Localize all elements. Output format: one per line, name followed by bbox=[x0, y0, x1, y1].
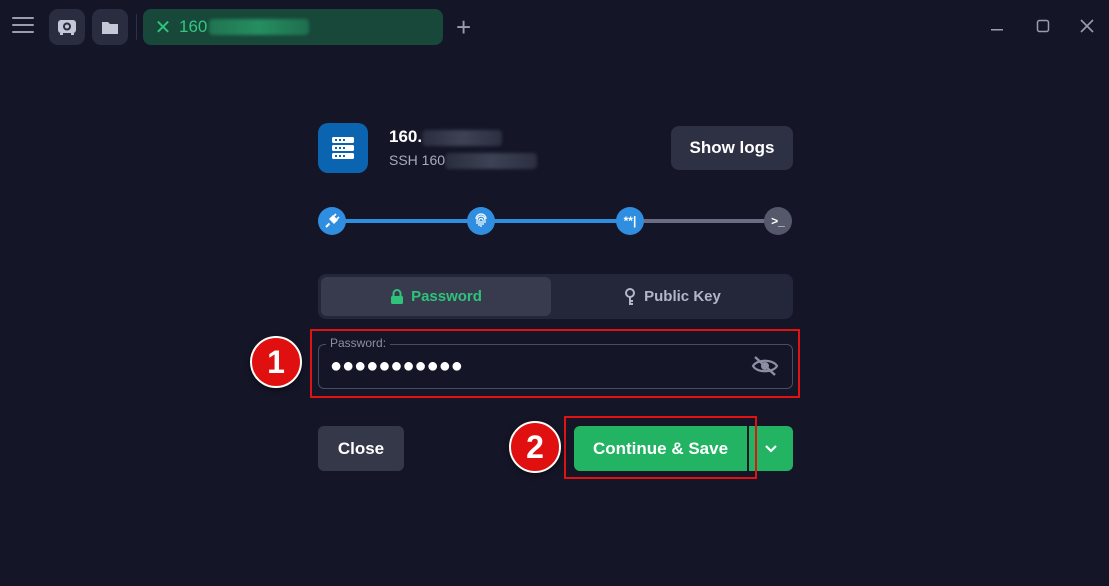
step-badge-1: 1 bbox=[250, 336, 302, 388]
close-icon bbox=[1080, 19, 1094, 33]
fingerprint-icon bbox=[475, 213, 487, 227]
titlebar-divider bbox=[136, 14, 137, 40]
step-connect bbox=[318, 207, 346, 235]
step-fingerprint bbox=[467, 207, 495, 235]
tab-password-label: Password bbox=[411, 288, 482, 305]
redacted-ip bbox=[445, 153, 538, 170]
host-icon bbox=[318, 123, 368, 173]
close-button[interactable]: Close bbox=[318, 426, 404, 471]
connection-tab[interactable]: ✕ 160 bbox=[143, 9, 443, 45]
chevron-down-icon bbox=[765, 444, 777, 453]
folder-icon bbox=[102, 21, 118, 34]
auth-method-toggle: Password Public Key bbox=[318, 274, 793, 319]
highlight-password-field bbox=[310, 329, 800, 398]
close-window-button[interactable] bbox=[1080, 14, 1094, 40]
redacted-ip bbox=[422, 129, 503, 146]
minimize-icon bbox=[991, 29, 1003, 31]
key-icon bbox=[625, 287, 636, 305]
tab-public-key[interactable]: Public Key bbox=[555, 277, 790, 316]
maximize-button[interactable] bbox=[1036, 14, 1050, 40]
new-tab-button[interactable]: + bbox=[456, 12, 471, 42]
host-title: 160. bbox=[389, 127, 503, 147]
host-subtitle: SSH 160 bbox=[389, 152, 538, 170]
password-cursor-icon: **| bbox=[623, 214, 637, 228]
vaults-button[interactable] bbox=[49, 9, 85, 45]
progress-track-pending bbox=[630, 219, 778, 223]
menu-icon[interactable] bbox=[12, 17, 34, 37]
tab-password[interactable]: Password bbox=[321, 277, 551, 316]
highlight-continue-button bbox=[564, 416, 757, 479]
plug-icon bbox=[325, 213, 340, 228]
minimize-button[interactable] bbox=[990, 14, 1004, 40]
tab-label: 160 bbox=[179, 17, 208, 36]
host-title-text: 160. bbox=[389, 127, 423, 146]
step-password: **| bbox=[616, 207, 644, 235]
maximize-icon bbox=[1036, 19, 1050, 33]
host-subtitle-text: SSH 160 bbox=[389, 152, 446, 168]
step-badge-2: 2 bbox=[509, 421, 561, 473]
show-logs-button[interactable]: Show logs bbox=[671, 126, 793, 170]
close-tab-icon[interactable]: ✕ bbox=[153, 15, 173, 40]
sftp-button[interactable] bbox=[92, 9, 128, 45]
terminal-icon: >_ bbox=[771, 214, 785, 228]
server-icon bbox=[332, 137, 354, 159]
step-terminal: >_ bbox=[764, 207, 792, 235]
redacted-ip bbox=[209, 19, 310, 35]
vault-icon bbox=[58, 20, 76, 35]
tab-public-key-label: Public Key bbox=[644, 288, 721, 305]
lock-icon bbox=[391, 288, 404, 304]
